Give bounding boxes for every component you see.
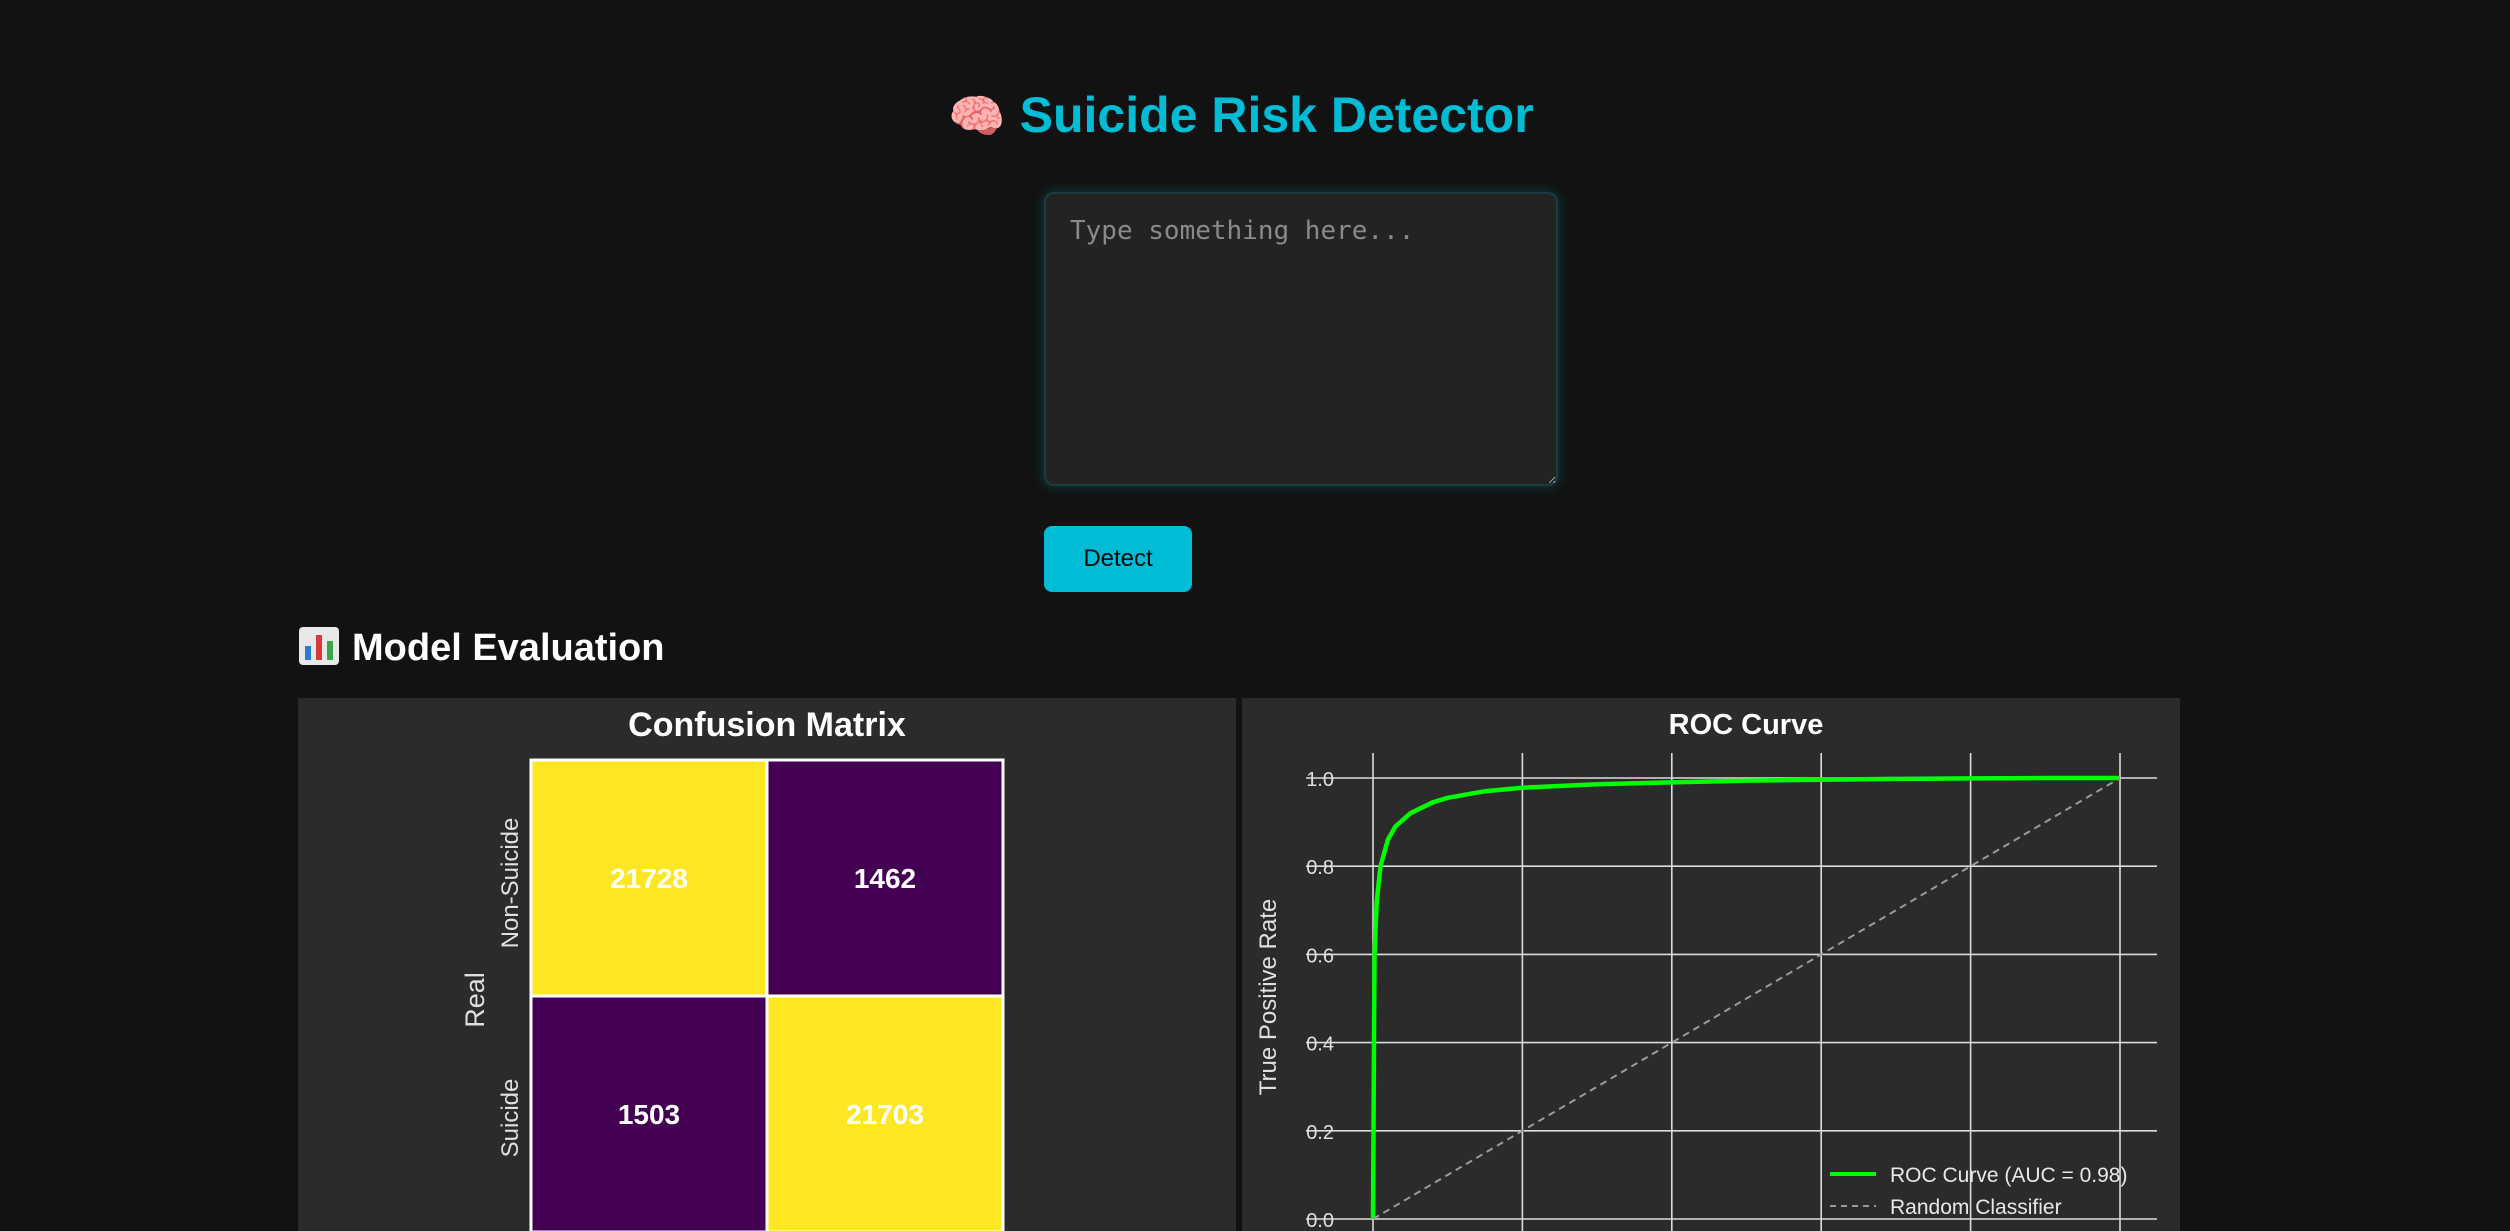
legend-random: Random Classifier	[1890, 1196, 2062, 1219]
y-tick-label: 0.2	[1306, 1122, 1334, 1144]
roc-ylabel: True Positive Rate	[1255, 899, 1282, 1096]
y-tick-label: 0.0	[1306, 1210, 1334, 1231]
text-input[interactable]	[1044, 192, 1558, 486]
y-tick-label: 1.0	[1306, 769, 1334, 791]
roc-legend: ROC Curve (AUC = 0.98) Random Classifier	[1830, 1164, 2127, 1219]
y-tick-label: 0.8	[1306, 857, 1334, 879]
matrix-cell-value: 1462	[854, 863, 916, 894]
legend-roc: ROC Curve (AUC = 0.98)	[1890, 1164, 2127, 1187]
y-tick-label: 0.4	[1306, 1034, 1334, 1056]
confusion-matrix-chart: Confusion Matrix Real Non-Suicide Suicid…	[460, 706, 1005, 1231]
bar-chart-icon	[299, 627, 339, 665]
matrix-cell-value: 1503	[618, 1099, 680, 1130]
random-classifier-line	[1372, 777, 2121, 1220]
model-evaluation-heading: Model Evaluation	[298, 620, 664, 676]
confusion-matrix-ylabel: Real	[460, 972, 490, 1028]
y-tick-label: 0.6	[1306, 945, 1334, 967]
roc-curve-panel: ROC Curve True Positive Rate 0.0 0.2 0.4 0.…	[1242, 698, 2180, 1231]
confusion-matrix-title: Confusion Matrix	[628, 706, 906, 744]
page: 🧠Suicide Risk Detector Detect Model Eval…	[0, 0, 2510, 1231]
roc-title: ROC Curve	[1669, 709, 1824, 741]
model-evaluation-title: Model Evaluation	[352, 627, 665, 669]
row-label-non-suicide: Non-Suicide	[497, 818, 524, 949]
row-label-suicide: Suicide	[497, 1079, 524, 1158]
confusion-matrix-panel: Confusion Matrix Real Non-Suicide Suicid…	[298, 698, 1236, 1231]
detect-button[interactable]: Detect	[1044, 526, 1192, 592]
matrix-cell-value: 21703	[846, 1099, 924, 1130]
app-title: 🧠 Suicide Risk Detector	[0, 82, 2482, 149]
app-title-text: Suicide Risk Detector	[1019, 87, 1534, 143]
matrix-cell-value: 21728	[610, 863, 688, 894]
brain-icon: 🧠	[948, 90, 1006, 142]
roc-curve-chart: ROC Curve True Positive Rate 0.0 0.2 0.4 0.…	[1255, 709, 2157, 1231]
